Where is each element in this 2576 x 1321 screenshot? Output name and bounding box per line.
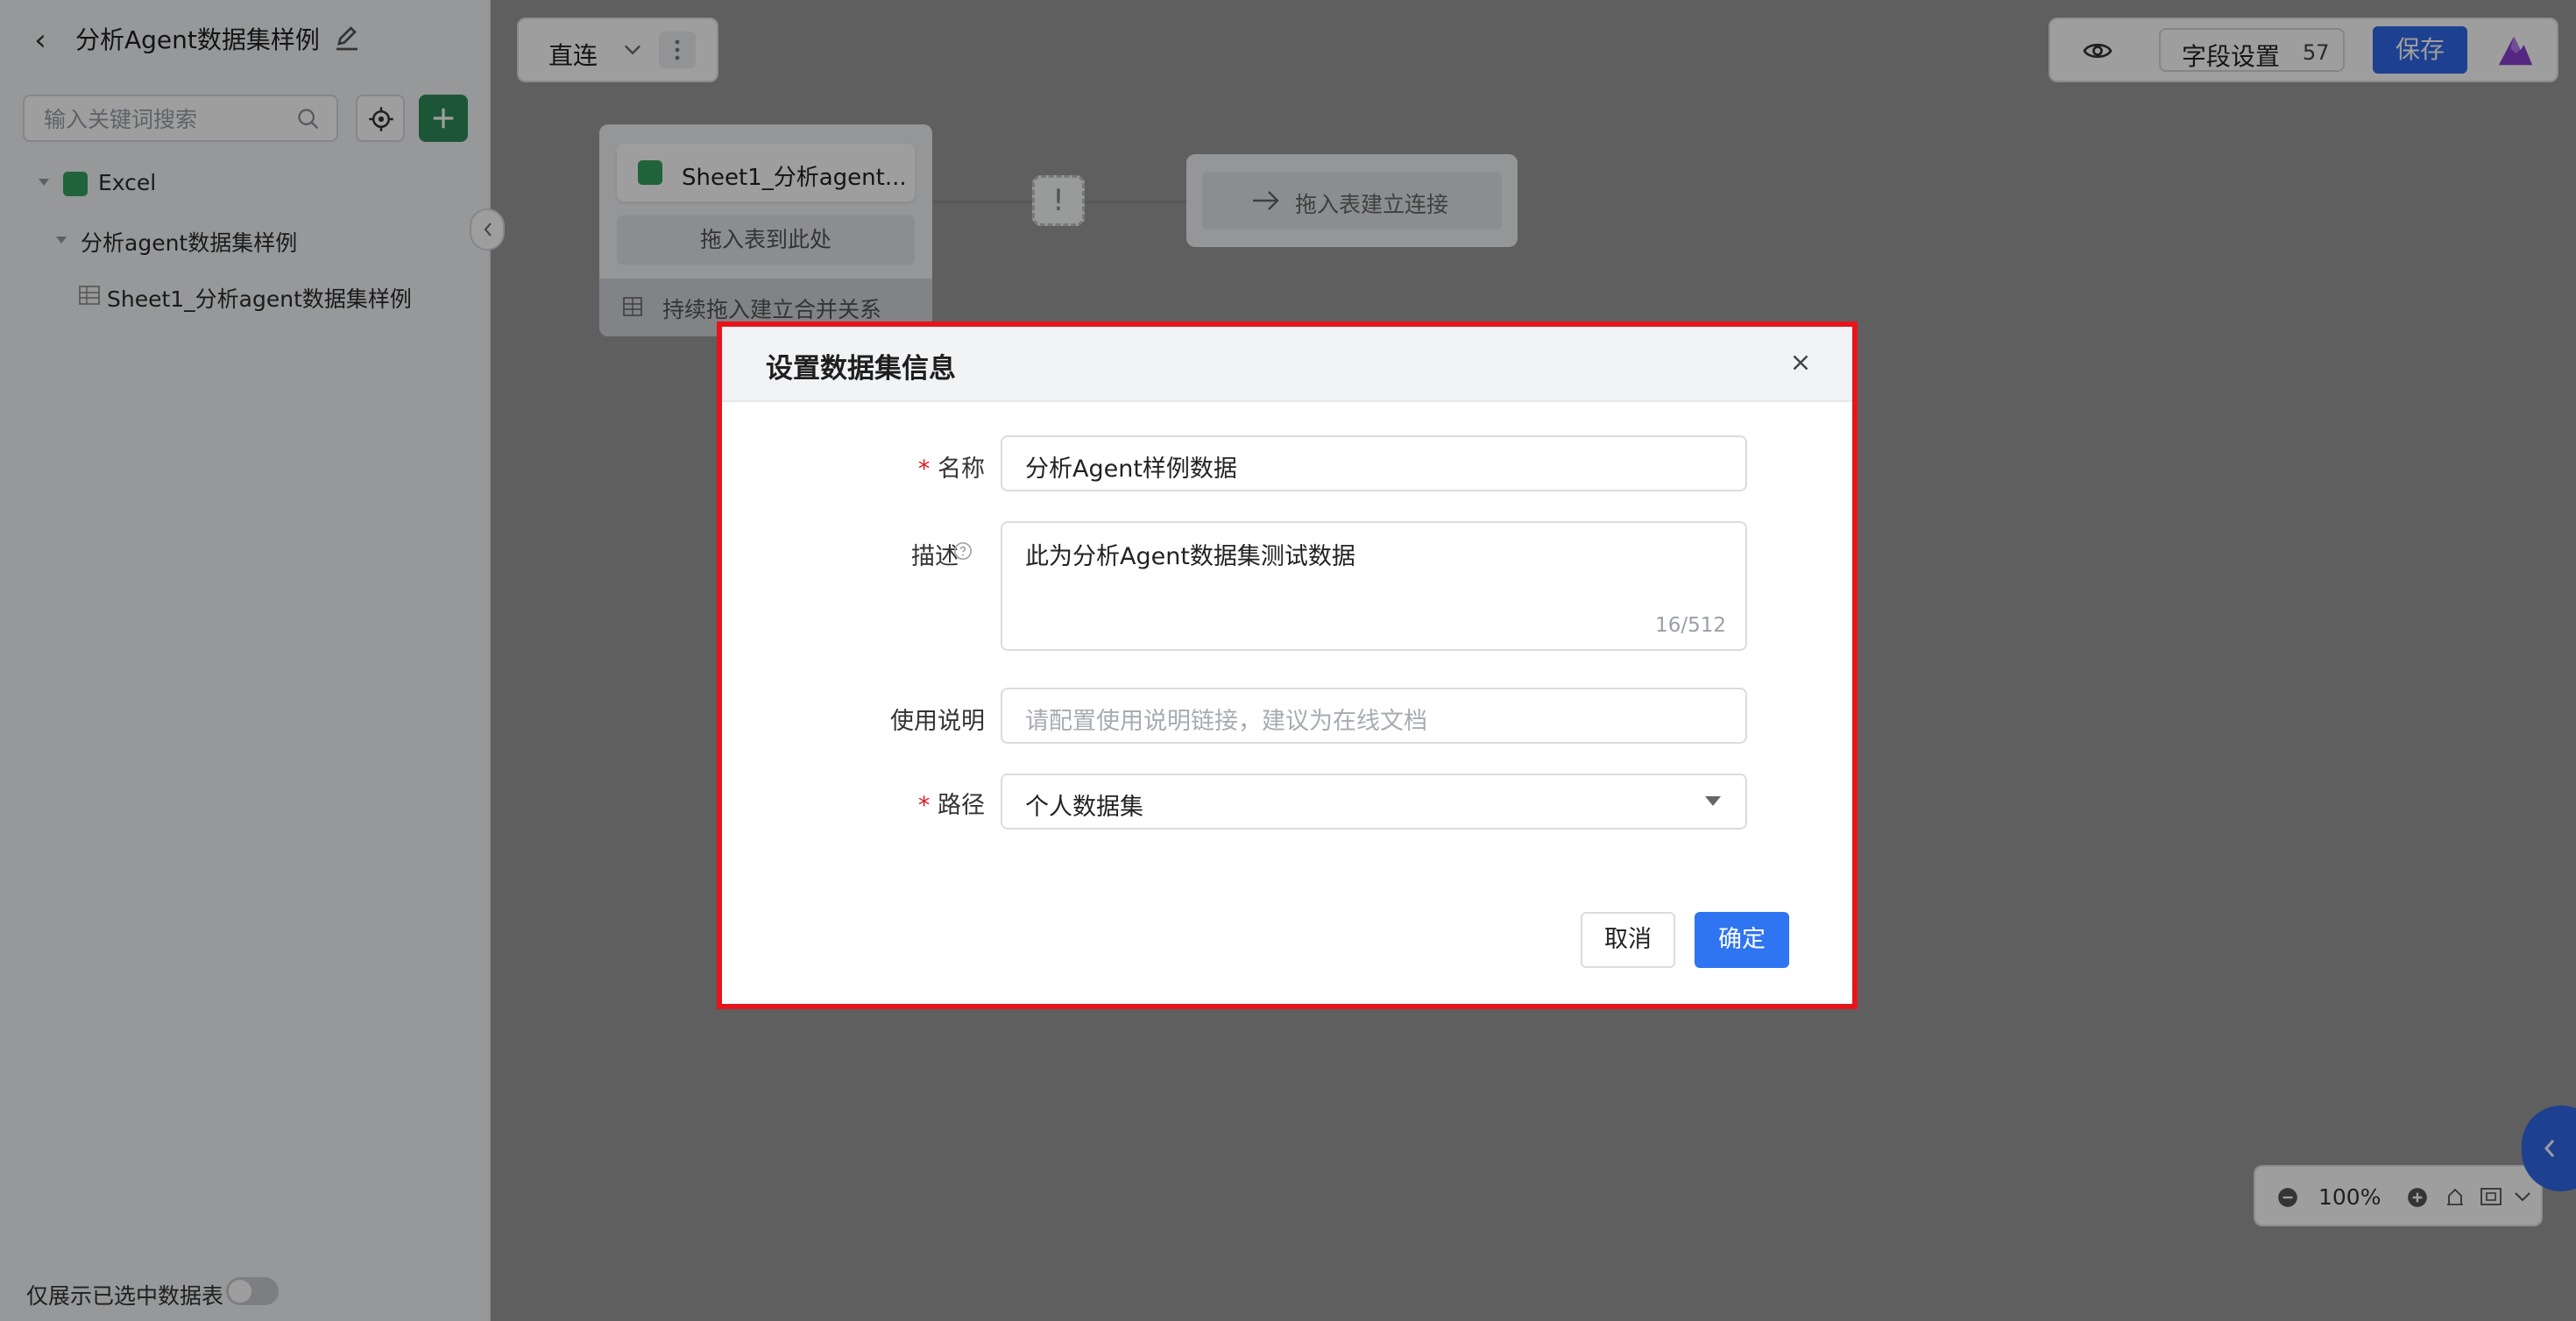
path-label-row: * 路径: [722, 786, 985, 820]
path-value: 个人数据集: [1025, 794, 1143, 821]
help-icon[interactable]: [953, 541, 973, 561]
desc-value: 此为分析Agent数据集测试数据: [1025, 543, 1355, 570]
desc-label: 描述: [911, 543, 959, 570]
name-label-row: * 名称: [722, 449, 985, 484]
name-label: 名称: [938, 456, 985, 483]
confirm-button[interactable]: 确定: [1695, 912, 1789, 968]
required-mark: *: [917, 456, 931, 483]
name-field[interactable]: 分析Agent样例数据: [1001, 435, 1747, 491]
caret-down-icon: [1705, 796, 1721, 806]
path-label: 路径: [938, 792, 985, 819]
cancel-button[interactable]: 取消: [1581, 912, 1675, 968]
desc-char-counter: 16/512: [1655, 614, 1726, 637]
path-select[interactable]: 个人数据集: [1001, 774, 1747, 830]
dataset-info-dialog: 设置数据集信息 * 名称 分析Agent样例数据 描述 此为分析Agent数据集…: [717, 321, 1858, 1009]
required-mark: *: [917, 792, 931, 819]
close-icon[interactable]: [1787, 350, 1814, 376]
desc-textarea[interactable]: 此为分析Agent数据集测试数据 16/512: [1001, 521, 1747, 651]
dialog-title: 设置数据集信息: [766, 353, 956, 385]
dialog-header: 设置数据集信息: [722, 327, 1852, 402]
name-value: 分析Agent样例数据: [1025, 456, 1237, 483]
usage-placeholder: 请配置使用说明链接，建议为在线文档: [1025, 708, 1427, 735]
usage-input[interactable]: 请配置使用说明链接，建议为在线文档: [1001, 688, 1747, 744]
usage-label: 使用说明: [890, 708, 985, 735]
